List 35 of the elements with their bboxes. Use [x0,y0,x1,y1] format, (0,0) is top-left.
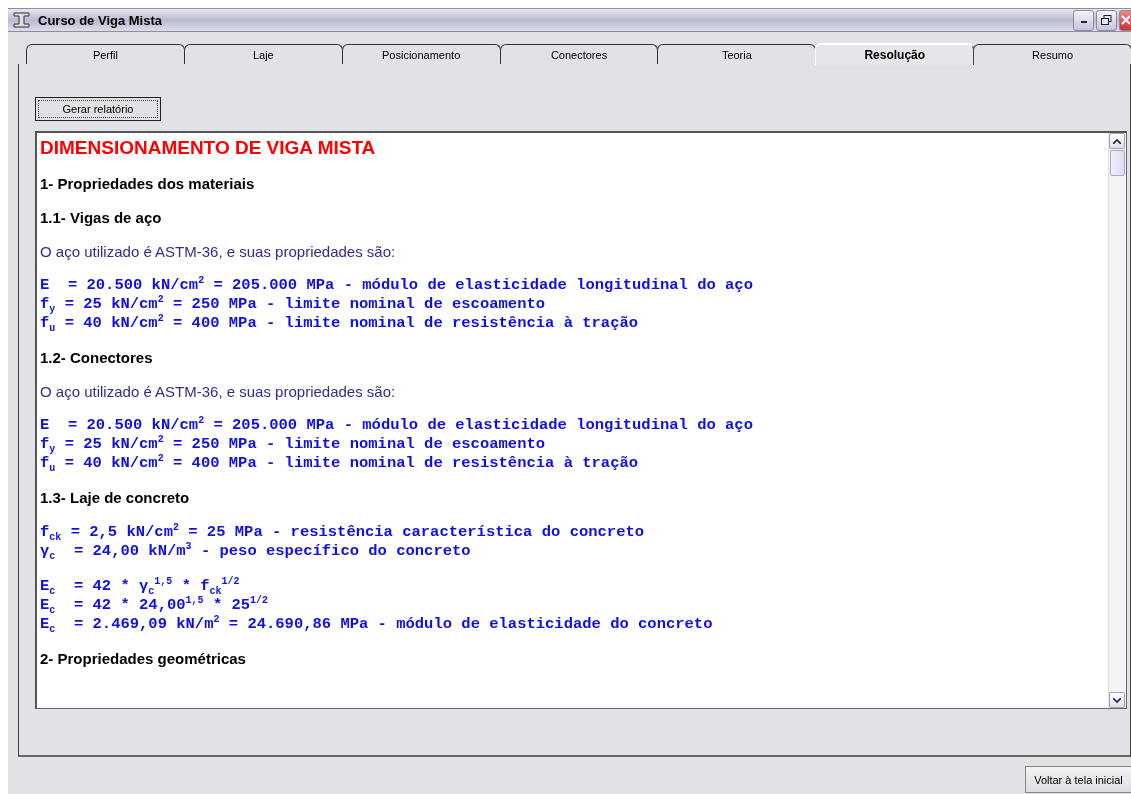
caret-up-icon [1113,138,1121,144]
description-text: O aço utilizado é ASTM-36, e suas propriedades são: [40,383,396,400]
section-heading: 1.2- Conectores [40,349,153,366]
steel-beam-icon [12,12,32,28]
report-title: DIMENSIONAMENTO DE VIGA MISTA [40,137,376,159]
section-heading: 1.1- Vigas de aço [40,209,162,226]
window-title: Curso de Viga Mista [38,12,163,28]
section-heading: 1.3- Laje de concreto [40,489,190,506]
formula-line: f$_{y}$ = 25 kN/cm$^{2}$ = 250 MPa - limite nominal de escoamento [40,295,547,314]
back-to-home-button[interactable]: Voltar à tela inicial [1025,766,1131,793]
description-text: O aço utilizado é ASTM-36, e suas propriedades são: [40,243,396,260]
close-button[interactable] [1119,9,1131,31]
generate-report-button[interactable]: Gerar relatório [35,97,161,121]
tab[interactable]: Laje [183,44,343,64]
section-heading: 1- Propriedades dos materiais [40,175,255,192]
minimize-button[interactable] [1073,9,1094,31]
close-icon [1121,15,1130,25]
formula-line: f$_{u}$ = 40 kN/cm$^{2}$ = 400 MPa - limite nominal de resistência à tração [40,314,640,333]
formula-line: E = 20.500 kN/cm$^{2}$ = 205.000 MPa - módulo de elasticidade longitudinal do aço [40,416,754,435]
formula-line: f$_{u}$ = 40 kN/cm$^{2}$ = 400 MPa - limite nominal de resistência à tração [40,454,640,473]
restore-button[interactable] [1096,9,1117,31]
tab[interactable]: Perfil [26,44,185,64]
formula-line: γ$_{c}$ = 24,00 kN/m$^{3}$ - peso específico do concreto [40,542,472,561]
scrollbar-thumb[interactable] [1110,150,1125,176]
formula-line: E$_{c}$ = 42 * 24,00$^{1,5}$ * 25$^{1/2}$ [40,596,270,615]
formula-line: f$_{y}$ = 25 kN/cm$^{2}$ = 250 MPa - limite nominal de escoamento [40,435,547,454]
formula-line: E = 20.500 kN/cm$^{2}$ = 205.000 MPa - módulo de elasticidade longitudinal do aço [40,276,754,295]
scroll-down-button[interactable] [1109,692,1125,708]
section-heading: 2- Propriedades geométricas [40,650,246,667]
formula-line: f$_{ck}$ = 2,5 kN/cm$^{2}$ = 25 MPa - resistência característica do concreto [40,523,646,542]
restore-icon [1101,15,1112,25]
caret-down-icon [1113,697,1121,703]
scroll-up-button[interactable] [1109,133,1125,149]
formula-line: E$_{c}$ = 2.469,09 kN/m$^{2}$ = 24.690,86 MPa - módulo de elasticidade do concreto [40,615,714,634]
tab[interactable]: Resolução [815,43,975,65]
